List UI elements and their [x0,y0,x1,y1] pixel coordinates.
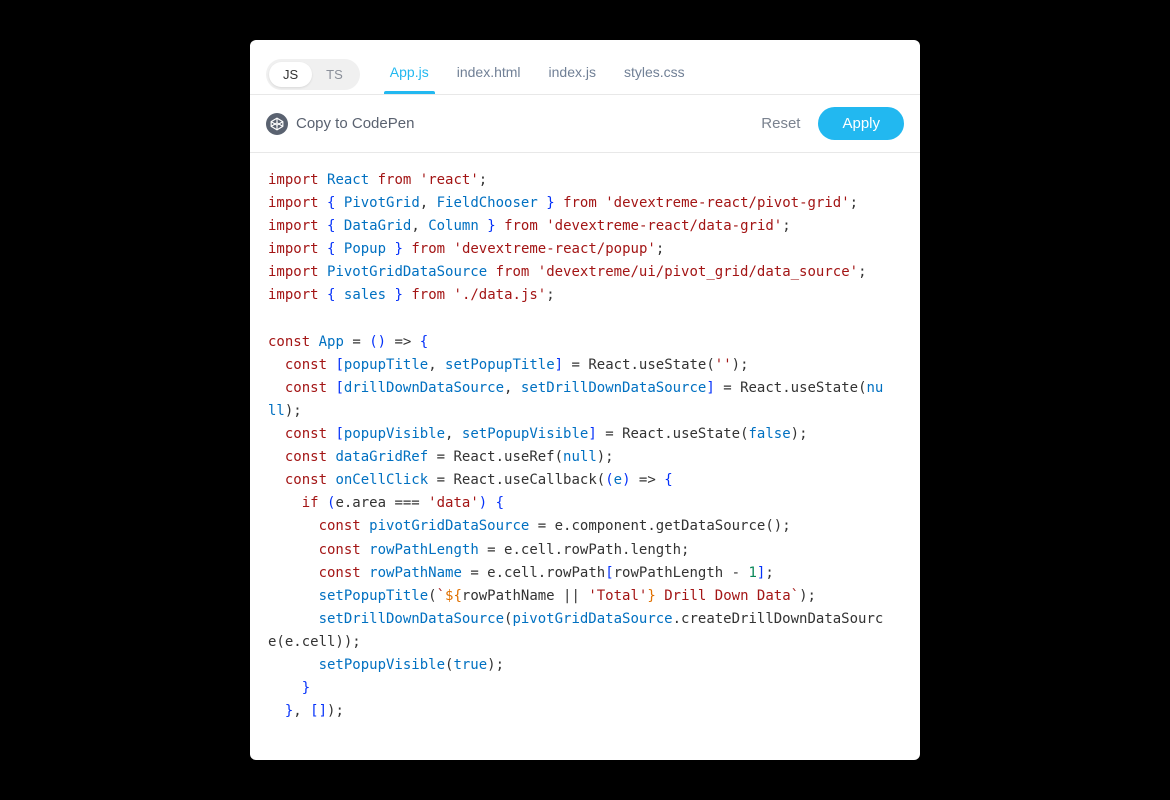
file-tab-styles-css[interactable]: styles.css [610,54,699,94]
file-tab-index-js[interactable]: index.js [535,54,610,94]
code-editor-panel: JS TS App.jsindex.htmlindex.jsstyles.css… [250,40,920,760]
copy-to-codepen-label: Copy to CodePen [296,115,414,132]
reset-button[interactable]: Reset [743,107,818,140]
tab-bar: JS TS App.jsindex.htmlindex.jsstyles.css [250,40,920,95]
code-editor[interactable]: import React from 'react'; import { Pivo… [250,153,920,760]
language-toggle: JS TS [266,59,360,90]
file-tab-index-html[interactable]: index.html [443,54,535,94]
file-tabs-container: App.jsindex.htmlindex.jsstyles.css [376,54,699,94]
codepen-icon [266,113,288,135]
code-content: import React from 'react'; import { Pivo… [268,169,912,723]
copy-to-codepen-button[interactable]: Copy to CodePen [266,113,414,135]
apply-button[interactable]: Apply [818,107,904,140]
lang-js-button[interactable]: JS [269,62,312,87]
file-tab-App-js[interactable]: App.js [376,54,443,94]
lang-ts-button[interactable]: TS [312,62,357,87]
action-bar: Copy to CodePen Reset Apply [250,95,920,153]
